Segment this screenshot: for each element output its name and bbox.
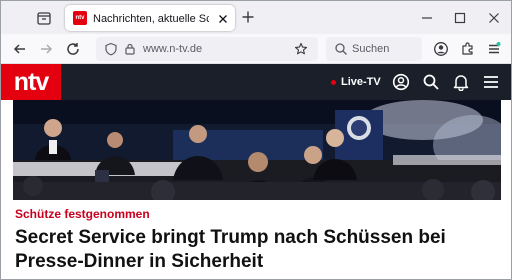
search-placeholder: Suchen (352, 43, 390, 55)
extensions-puzzle-icon[interactable] (460, 41, 476, 57)
url-text[interactable]: www.n-tv.de (143, 41, 202, 57)
article-headline[interactable]: Secret Service bringt Trump nach Schüsse… (15, 226, 501, 274)
hero-photo (13, 100, 501, 200)
notification-bell-icon[interactable] (452, 73, 470, 92)
reload-icon[interactable] (65, 41, 81, 57)
browser-window: ntv Nachrichten, aktuelle Schlagzeilen (0, 0, 512, 280)
live-tv-label: Live-TV (341, 76, 381, 88)
bookmark-star-icon[interactable] (294, 42, 308, 56)
tab-strip: ntv Nachrichten, aktuelle Schlagzeilen (1, 1, 511, 34)
back-arrow-icon[interactable] (12, 41, 28, 57)
article-hero-image[interactable] (13, 100, 501, 200)
site-header: ntv Live-TV (1, 64, 511, 100)
navigation-toolbar: www.n-tv.de Suchen (1, 34, 511, 64)
ntv-logo[interactable]: ntv (1, 64, 61, 100)
minimize-icon[interactable] (421, 11, 433, 23)
search-icon[interactable] (422, 73, 440, 91)
search-icon (334, 42, 348, 56)
search-input[interactable]: Suchen (326, 37, 422, 61)
article-kicker[interactable]: Schütze festgenommen (15, 207, 150, 221)
new-tab-plus-icon[interactable] (241, 10, 255, 24)
tracking-protection-shield-icon[interactable] (104, 42, 118, 56)
site-info-lock-icon[interactable] (123, 42, 137, 56)
ntv-favicon-icon: ntv (73, 11, 87, 25)
tab-title: Nachrichten, aktuelle Schlagzeilen (93, 13, 209, 25)
address-bar[interactable]: www.n-tv.de (96, 37, 318, 61)
live-dot-icon (331, 80, 336, 85)
window-close-icon[interactable] (488, 11, 500, 23)
forward-arrow-icon[interactable] (38, 41, 54, 57)
tab-active[interactable]: ntv Nachrichten, aktuelle Schlagzeilen (65, 5, 235, 31)
close-icon[interactable] (217, 12, 229, 24)
list-all-tabs-icon[interactable] (35, 9, 53, 27)
logo-text: ntv (13, 68, 50, 96)
app-menu-icon[interactable] (486, 41, 502, 57)
maximize-icon[interactable] (454, 11, 466, 24)
account-icon[interactable] (433, 41, 449, 57)
hamburger-menu-icon[interactable] (482, 73, 500, 91)
user-account-icon[interactable] (392, 73, 410, 91)
